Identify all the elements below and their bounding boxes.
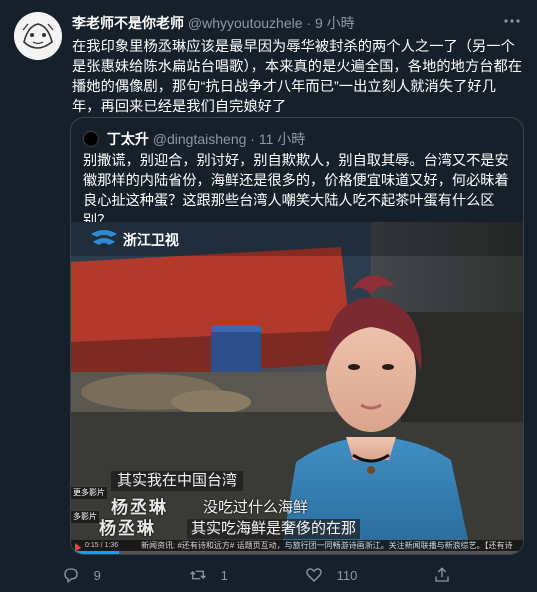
- share-button[interactable]: [433, 566, 451, 586]
- quoted-author-name: 丁太升: [106, 131, 149, 147]
- heart-icon: [306, 568, 322, 582]
- author-name[interactable]: 李老师不是你老师: [72, 15, 184, 31]
- separator-dot: ·: [250, 131, 255, 147]
- news-ticker: 新闻资讯: #还有诗和远方# 话题页互动，与旅行团一同畅游诗画浙江。关注新闻联播…: [141, 541, 513, 550]
- subtitle-top: 其实我在中国台湾: [111, 471, 244, 491]
- retweet-icon: [190, 570, 206, 580]
- retweet-count: 1: [220, 568, 228, 583]
- tweet-actions: 9 1 110: [62, 566, 482, 586]
- more-options-icon[interactable]: [501, 12, 523, 32]
- tweet-text: 在我印象里杨丞琳应该是最早因为辱华被封杀的两个人之一了（另一个是张惠妹给陈水扁站…: [72, 39, 523, 115]
- play-icon[interactable]: [73, 540, 83, 552]
- quoted-author-avatar: [83, 131, 99, 147]
- more-videos-label[interactable]: 更多影片: [71, 487, 107, 499]
- channel-logo-text: 浙江卫视: [122, 232, 179, 248]
- quoted-tweet-header: 丁太升 @dingtaisheng · 11 小時: [83, 129, 511, 149]
- quoted-tweet[interactable]: 丁太升 @dingtaisheng · 11 小時 别撒谎，别迎合，别讨好，别自…: [70, 117, 524, 555]
- author-handle[interactable]: @whyyoutouzhele: [188, 15, 303, 31]
- separator-dot: ·: [306, 15, 312, 31]
- speaker-name-2: 杨丞琳: [99, 519, 156, 538]
- zhejiang-tv-logo-icon: [91, 230, 117, 245]
- reply-icon: [64, 568, 78, 584]
- video-time: 0:15 / 1:36: [85, 542, 119, 549]
- speaker-name-1: 杨丞琳: [111, 498, 168, 517]
- channel-logo: 浙江卫视: [89, 228, 179, 252]
- quoted-tweet-text: 别撒谎，别迎合，别讨好，别自欺欺人，别自取其辱。台湾又不是安徽那样的内陆省份，海…: [83, 153, 509, 229]
- retweet-button[interactable]: 1: [189, 566, 228, 586]
- quoted-author-handle: @dingtaisheng: [152, 131, 247, 147]
- more-videos-label-2[interactable]: 多影片: [71, 511, 99, 523]
- share-icon: [435, 567, 449, 582]
- reply-button[interactable]: 9: [62, 566, 101, 586]
- quoted-tweet-time: 11 小時: [258, 131, 306, 147]
- like-count: 110: [336, 568, 358, 583]
- author-avatar[interactable]: [14, 12, 62, 60]
- tweet-header: 李老师不是你老师 @whyyoutouzhele · 9 小時: [72, 13, 497, 35]
- subtitle-mid: 没吃过什么海鲜: [203, 499, 309, 516]
- subtitle-bottom: 其实吃海鲜是奢侈的在那: [187, 519, 361, 539]
- tweet-time[interactable]: 9 小時: [315, 15, 355, 31]
- reply-count: 9: [93, 568, 101, 583]
- tweet[interactable]: 李老师不是你老师 @whyyoutouzhele · 9 小時 在我印象里杨丞琳…: [0, 0, 537, 592]
- video-player[interactable]: 浙江卫视 其实我在中国台湾 杨丞琳 没吃过什么海鲜 杨丞琳 其实吃海鲜是奢侈的在…: [71, 222, 523, 554]
- like-button[interactable]: 110: [305, 566, 357, 586]
